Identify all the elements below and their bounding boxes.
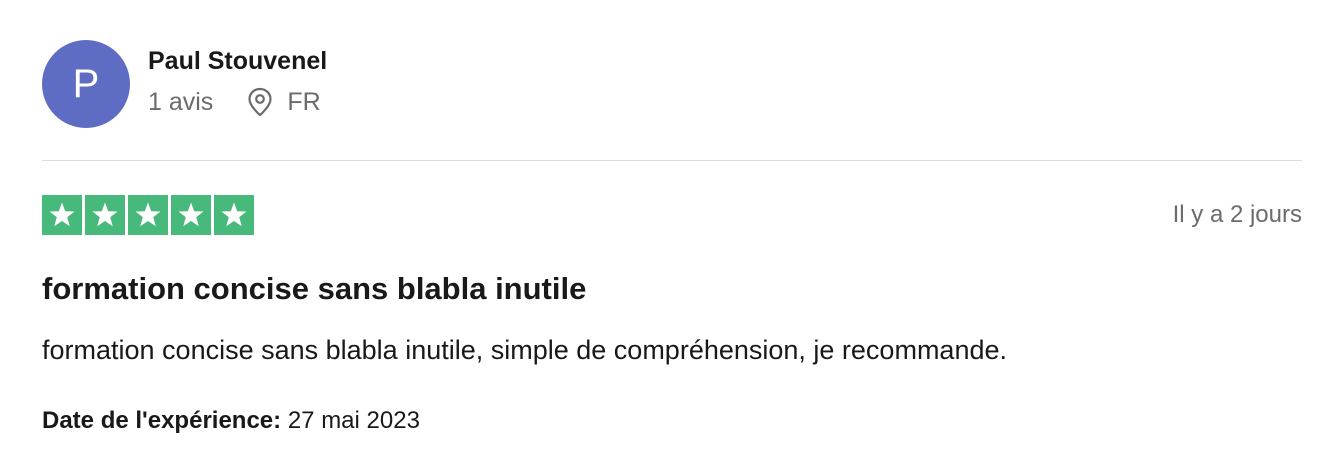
star-icon xyxy=(214,195,254,235)
star-icon xyxy=(42,195,82,235)
experience-date-label: Date de l'expérience: xyxy=(42,407,282,434)
rating-row: Il y a 2 jours xyxy=(42,194,1302,236)
star-rating xyxy=(42,195,254,235)
divider xyxy=(42,160,1302,161)
star-icon xyxy=(128,195,168,235)
experience-date-value: 27 mai 2023 xyxy=(287,407,420,434)
review-title[interactable]: formation concise sans blabla inutile xyxy=(42,270,586,308)
map-pin-icon xyxy=(247,87,273,117)
reviewer-location: FR xyxy=(247,87,321,117)
star-icon xyxy=(171,195,211,235)
reviewer-name[interactable]: Paul Stouvenel xyxy=(148,46,327,76)
review-count: 1 avis xyxy=(148,88,214,116)
star-icon xyxy=(85,195,125,235)
review-posted-date: Il y a 2 jours xyxy=(1172,201,1302,228)
review-card: P Paul Stouvenel 1 avis FR Il y a 2 jour… xyxy=(0,0,1340,466)
reviewer-meta: 1 avis FR xyxy=(148,87,327,117)
reviewer-header: P Paul Stouvenel 1 avis FR xyxy=(42,40,1302,130)
avatar-initial: P xyxy=(72,61,100,106)
review-body: formation concise sans blabla inutile, s… xyxy=(42,335,1007,365)
avatar[interactable]: P xyxy=(42,40,130,128)
reviewer-country: FR xyxy=(287,88,321,116)
experience-date: Date de l'expérience: 27 mai 2023 xyxy=(42,405,420,437)
reviewer-info: Paul Stouvenel 1 avis FR xyxy=(148,40,327,117)
